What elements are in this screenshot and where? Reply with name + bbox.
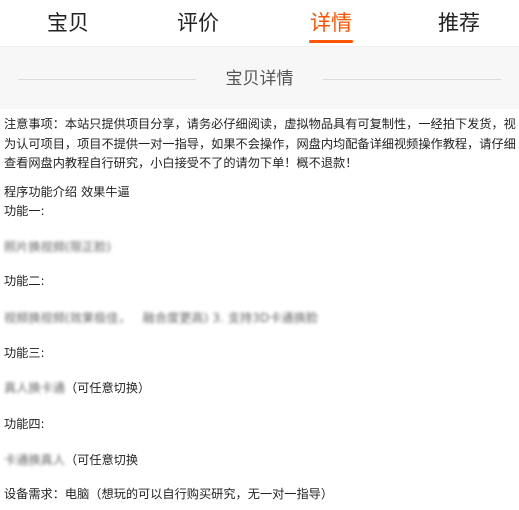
feature-4-desc-blur: 卡通换真人 xyxy=(4,453,65,467)
feature-3-title: 功能三: xyxy=(4,346,45,360)
detail-content: 注意事项：本站只提供项目分享，请务必仔细阅读，虚拟物品具有可复制性，一经拍下发货… xyxy=(0,109,519,510)
feature-4-desc-clear: （可任意切换 xyxy=(64,453,139,467)
device-requirements: 设备需求：电脑（想玩的可以自行购买研究，无一对一指导） xyxy=(4,487,334,501)
feature-3-desc-clear: （可任意切换） xyxy=(64,381,151,395)
notice-text: 注意事项：本站只提供项目分享，请务必仔细阅读，虚拟物品具有可复制性，一经拍下发货… xyxy=(4,117,516,170)
feature-3-desc-blur: 真人换卡通 xyxy=(4,381,65,395)
feature-2-desc-b: 融合度更高) 3. 支持3D卡通换脸 xyxy=(142,311,318,325)
feature-2-title: 功能二: xyxy=(4,274,45,288)
section-header: 宝贝详情 xyxy=(0,47,519,109)
feature-3-desc: 真人换卡通（可任意切换） xyxy=(4,378,150,398)
feature-2-desc: 视频换视频(效果极佳， 融合度更高) 3. 支持3D卡通换脸 xyxy=(4,308,318,328)
tab-details[interactable]: 详情 xyxy=(310,8,352,38)
tab-item-baby[interactable]: 宝贝 xyxy=(47,8,89,38)
feature-2-desc-a: 视频换视频(效果极佳， xyxy=(4,311,131,325)
feature-4-title: 功能四: xyxy=(4,417,45,431)
feature-1-title: 功能一: xyxy=(4,204,45,218)
tab-reviews[interactable]: 评价 xyxy=(177,8,219,38)
tab-bar: 宝贝 评价 详情 推荐 xyxy=(0,0,519,47)
tab-recommend[interactable]: 推荐 xyxy=(438,8,480,38)
feature-1-desc: 照片换视频(限正脸) xyxy=(4,240,112,254)
active-tab-indicator xyxy=(309,40,353,43)
header-divider-right xyxy=(323,79,501,80)
program-intro: 程序功能介绍 效果牛逼 xyxy=(4,185,130,199)
feature-4-desc: 卡通换真人（可任意切换 xyxy=(4,450,138,470)
